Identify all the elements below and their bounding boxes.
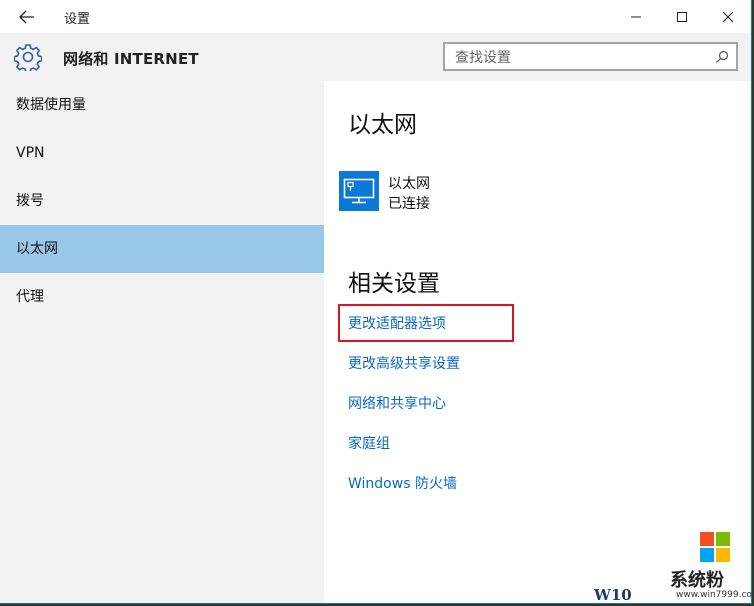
sidebar: 数据使用量 VPN 拨号 以太网 代理 [0,81,324,603]
watermark-url: www.win7999.com [676,590,754,600]
content-heading: 以太网 [348,112,417,138]
link-change-adapter-options[interactable]: 更改适配器选项 [348,313,446,333]
close-button[interactable] [705,0,751,33]
search-input[interactable] [453,47,707,69]
connection-status: 已连接 [388,196,430,212]
minimize-icon [631,16,641,17]
search-box[interactable] [443,42,738,71]
link-advanced-sharing[interactable]: 更改高级共享设置 [348,353,460,373]
link-homegroup[interactable]: 家庭组 [348,433,390,453]
settings-window: 设置 网络和 INTERNET 数据使用量 VPN 拨号 [0,0,752,604]
related-settings-heading: 相关设置 [348,271,440,297]
watermark-text: 系统粉 [670,570,724,591]
page-title: 网络和 INTERNET [63,50,199,68]
settings-header: 网络和 INTERNET [0,33,751,81]
link-windows-firewall[interactable]: Windows 防火墙 [348,473,457,493]
windows-logo-icon [700,532,730,562]
gear-icon [14,44,42,71]
main-content: 以太网 以太网 已连接 相关设置 更改适配器选项 更改高级共享设置 网络和共享中… [324,81,751,603]
search-icon[interactable] [714,49,730,65]
sidebar-item-ethernet[interactable]: 以太网 [0,225,324,273]
minimize-button[interactable] [613,0,659,33]
sidebar-item-vpn[interactable]: VPN [0,129,324,177]
maximize-button[interactable] [659,0,705,33]
connection-name: 以太网 [388,176,430,192]
ethernet-monitor-icon [343,178,375,204]
close-icon [722,11,734,22]
link-network-sharing-center[interactable]: 网络和共享中心 [348,393,446,413]
watermark-fragment: W10 [594,586,632,604]
sidebar-item-dialup[interactable]: 拨号 [0,177,324,225]
ethernet-connection-tile[interactable] [339,171,379,211]
sidebar-item-data-usage[interactable]: 数据使用量 [0,81,324,129]
back-arrow-icon [19,10,34,24]
window-title: 设置 [64,12,91,27]
sidebar-item-proxy[interactable]: 代理 [0,273,324,321]
title-bar: 设置 [0,0,751,33]
maximize-icon [677,11,687,22]
back-button[interactable] [10,4,44,30]
